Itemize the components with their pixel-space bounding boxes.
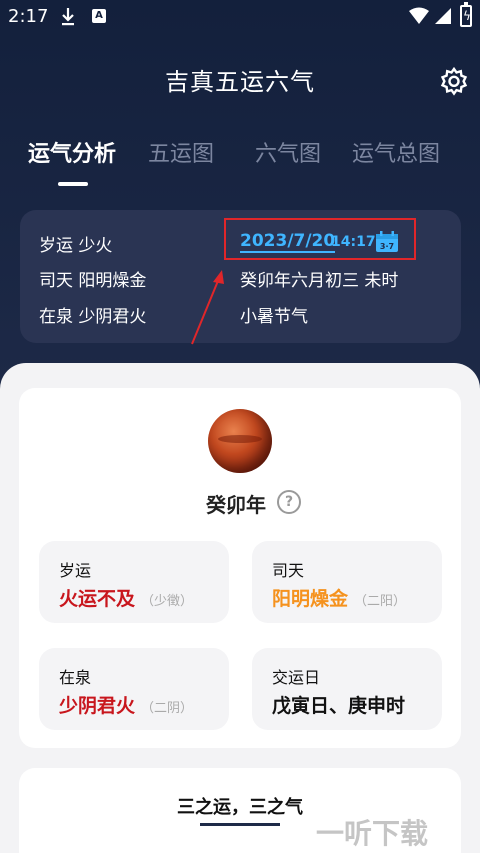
- zaiquan-card-value: 少阴君火: [59, 695, 136, 717]
- year-label: 癸卯年: [206, 493, 266, 517]
- sitian-card-title: 司天: [272, 561, 305, 580]
- jiaoyun-card-title: 交运日: [272, 668, 321, 687]
- charging-bolt-icon: ϟ: [463, 9, 471, 23]
- battery-icon: ϟ: [460, 2, 472, 27]
- zaiquan-card-title: 在泉: [59, 668, 92, 687]
- sitian-text: 司天 阳明燥金: [39, 271, 147, 291]
- wifi-icon: [409, 7, 429, 24]
- jiaoyun-card[interactable]: 交运日 戊寅日、庚申时: [252, 648, 442, 730]
- help-icon[interactable]: ?: [277, 490, 301, 514]
- suiyun-card[interactable]: 岁运 火运不及 （少徵）: [39, 541, 229, 623]
- zaiquan-card-sub: （二阴）: [141, 701, 194, 716]
- calendar-icon[interactable]: 3·7: [375, 231, 399, 253]
- app-title: 吉真五运六气: [165, 68, 315, 96]
- suiyun-card-value: 火运不及: [59, 588, 136, 610]
- status-bar: 2:17 A ϟ: [0, 0, 480, 34]
- sitian-card[interactable]: 司天 阳明燥金 （二阳）: [252, 541, 442, 623]
- gear-icon[interactable]: [438, 66, 470, 98]
- zaiquan-card[interactable]: 在泉 少阴君火 （二阴）: [39, 648, 229, 730]
- solar-term-text: 小暑节气: [240, 307, 308, 327]
- tab-analysis[interactable]: 运气分析: [28, 136, 116, 168]
- sitian-card-sub: （二阳）: [354, 594, 407, 609]
- active-tab-indicator: [58, 182, 88, 186]
- tab-overview[interactable]: 运气总图: [352, 136, 440, 168]
- date-link[interactable]: 2023/7/20: [240, 231, 336, 253]
- sitian-card-value: 阳明燥金: [272, 588, 349, 610]
- sitian-card-value-row: 阳明燥金 （二阳）: [272, 584, 406, 611]
- planet-image: [208, 409, 272, 473]
- jiaoyun-card-value: 戊寅日、庚申时: [272, 695, 406, 717]
- zaiquan-text: 在泉 少阴君火: [39, 307, 147, 327]
- yun-qi-underline: [200, 823, 280, 826]
- suiyun-card-value-row: 火运不及 （少徵）: [59, 584, 193, 611]
- lunar-date-text: 癸卯年六月初三 未时: [240, 271, 399, 291]
- time-link[interactable]: 14:17: [331, 234, 376, 250]
- download-icon: [62, 8, 74, 26]
- suiyun-text: 岁运 少火: [39, 236, 113, 256]
- tab-liuqi[interactable]: 六气图: [255, 136, 321, 168]
- watermark-logo: 一听下载: [316, 817, 429, 850]
- zaiquan-card-value-row: 少阴君火 （二阴）: [59, 691, 193, 718]
- annotation-arrow-icon: [191, 270, 224, 345]
- jiaoyun-card-value-row: 戊寅日、庚申时: [272, 691, 405, 718]
- suiyun-card-sub: （少徵）: [141, 594, 194, 609]
- tab-wuyun[interactable]: 五运图: [148, 136, 214, 168]
- tab-bar: 运气分析 五运图 六气图 运气总图: [0, 136, 480, 196]
- suiyun-card-title: 岁运: [59, 561, 92, 580]
- calendar-day: 3·7: [380, 242, 394, 251]
- status-time: 2:17: [8, 6, 49, 27]
- signal-icon: [435, 8, 451, 24]
- app-notification-icon: A: [92, 9, 106, 23]
